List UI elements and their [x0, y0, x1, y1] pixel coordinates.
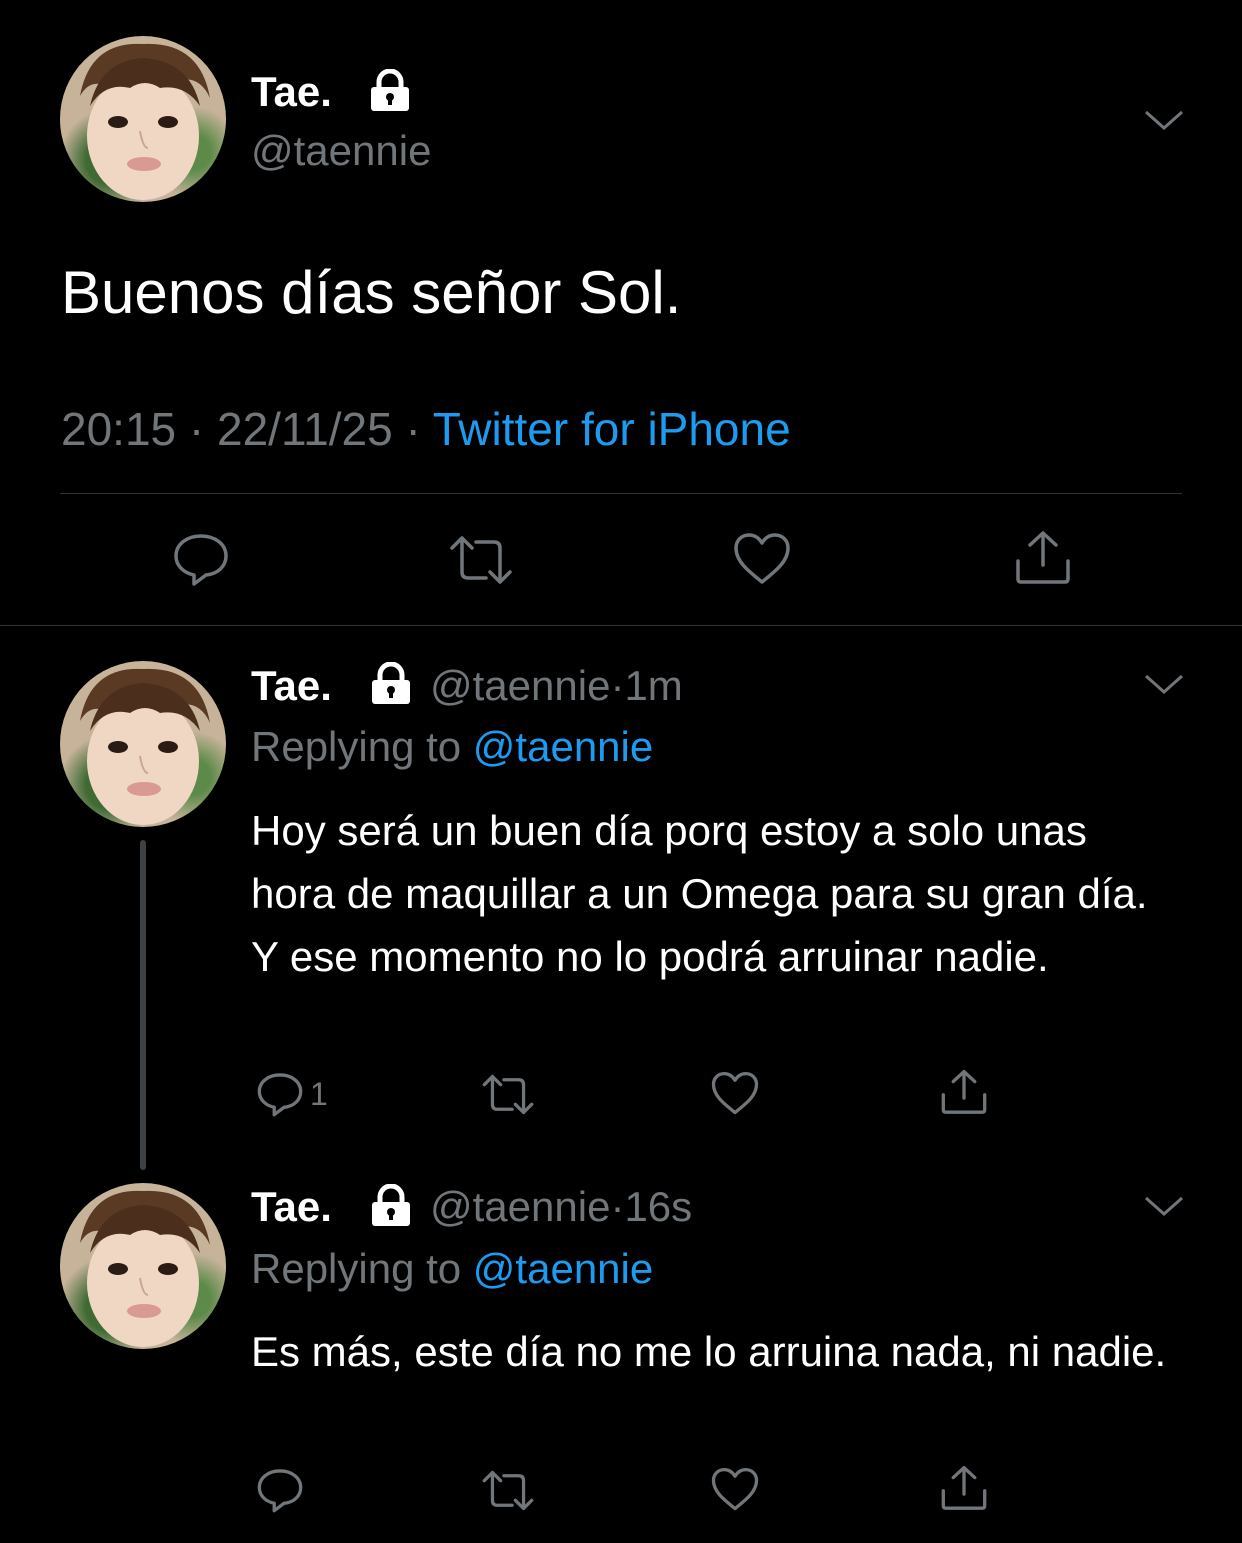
tweet-text: Es más, este día no me lo arruina nada, …	[251, 1328, 1167, 1375]
dot-separator: ·	[610, 662, 625, 709]
section-divider	[0, 625, 1242, 626]
share-button[interactable]	[940, 1464, 988, 1511]
handle[interactable]: @taennie	[430, 1183, 610, 1230]
tweet-source-link[interactable]: Twitter for iPhone	[433, 403, 791, 455]
reply-icon	[257, 1073, 303, 1117]
replying-to-handle[interactable]: @taennie	[473, 723, 653, 770]
reply-icon	[174, 534, 228, 586]
retweet-button[interactable]	[481, 1073, 535, 1116]
share-icon	[1016, 531, 1070, 584]
like-button[interactable]	[733, 532, 791, 586]
lock-icon	[372, 1184, 410, 1226]
retweet-icon	[482, 1470, 534, 1511]
replying-to: Replying to @taennie	[251, 1245, 653, 1293]
reply-icon	[257, 1469, 303, 1513]
display-name[interactable]: Tae.	[251, 662, 332, 710]
share-icon	[941, 1465, 987, 1510]
avatar[interactable]	[60, 36, 226, 202]
retweet-icon	[450, 536, 512, 584]
lock-icon	[372, 662, 410, 704]
like-icon	[734, 533, 790, 584]
divider	[60, 493, 1182, 494]
tweet-time: 20:15	[61, 403, 177, 455]
lock-icon	[371, 69, 409, 111]
retweet-button[interactable]	[448, 534, 514, 586]
tweet-date: 22/11/25	[217, 403, 393, 455]
tweet-meta: 20:15 · 22/11/25 · Twitter for iPhone	[61, 402, 791, 456]
replying-to-label: Replying to	[251, 723, 462, 770]
handle-and-time: @taennie·1m	[430, 662, 683, 710]
retweet-icon	[482, 1074, 534, 1115]
chevron-down-icon[interactable]	[1144, 672, 1184, 696]
like-icon	[711, 1467, 759, 1511]
reply-button[interactable]	[172, 530, 230, 588]
avatar[interactable]	[60, 661, 226, 827]
handle[interactable]: @taennie	[251, 127, 431, 175]
tweet-text: Hoy será un buen día porq estoy a solo u…	[251, 807, 1148, 980]
share-button[interactable]	[1014, 529, 1072, 585]
display-name[interactable]: Tae.	[251, 1183, 332, 1231]
like-icon	[711, 1071, 759, 1115]
meta-separator: ·	[188, 403, 205, 455]
dot-separator: ·	[610, 1183, 625, 1230]
tweet-time[interactable]: 1m	[624, 662, 682, 709]
meta-separator: ·	[405, 403, 421, 455]
share-button[interactable]	[940, 1068, 988, 1115]
display-name[interactable]: Tae.	[251, 68, 332, 116]
replying-to-label: Replying to	[251, 1245, 462, 1292]
handle-and-time: @taennie·16s	[430, 1183, 692, 1231]
replying-to: Replying to @taennie	[251, 723, 653, 771]
reply-button[interactable]	[256, 1466, 304, 1514]
chevron-down-icon[interactable]	[1144, 1194, 1184, 1218]
share-icon	[941, 1069, 987, 1114]
chevron-down-icon[interactable]	[1144, 108, 1184, 132]
like-button[interactable]	[711, 1071, 759, 1116]
retweet-button[interactable]	[481, 1469, 535, 1512]
reply-button[interactable]: 1	[256, 1070, 328, 1118]
reply-count: 1	[310, 1075, 328, 1112]
tweet-time[interactable]: 16s	[624, 1183, 692, 1230]
like-button[interactable]	[711, 1467, 759, 1512]
thread-line	[140, 840, 146, 1170]
avatar[interactable]	[60, 1183, 226, 1349]
tweet-text: Buenos días señor Sol.	[61, 259, 682, 326]
replying-to-handle[interactable]: @taennie	[473, 1245, 653, 1292]
handle[interactable]: @taennie	[430, 662, 610, 709]
